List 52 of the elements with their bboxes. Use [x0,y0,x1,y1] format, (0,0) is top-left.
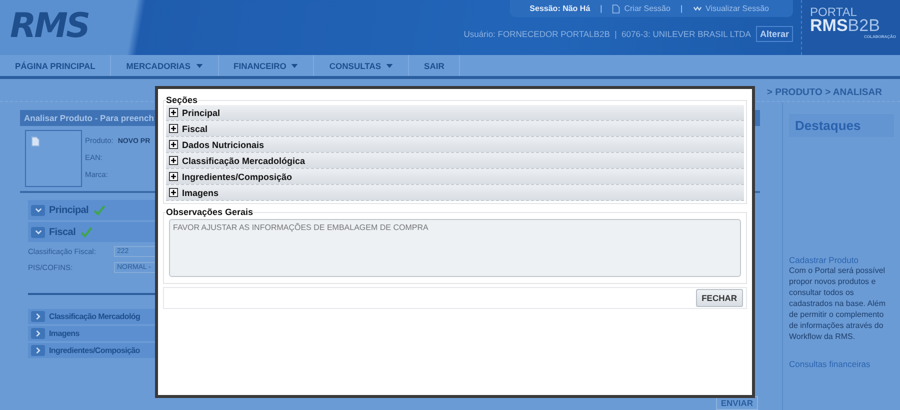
close-button[interactable]: FECHAR [696,289,743,307]
section-label: Ingredientes/Composição [49,346,140,355]
section-row[interactable]: Ingredientes/Composição [166,169,744,185]
section-label: Classificação Mercadológica [182,156,306,166]
chevron-icon [692,6,702,12]
plus-icon [169,124,178,133]
group-title: Observações Gerais [166,207,254,217]
section-label: Classificação Mercadológ [49,312,140,321]
section-label: Ingredientes/Composição [182,172,292,182]
session-status: Sessão: Não Há [530,4,590,13]
plus-icon [169,156,178,165]
plus-icon [169,108,178,117]
section-label: Principal [182,108,220,118]
nav-item[interactable]: FINANCEIRO [218,55,314,76]
view-session-link[interactable]: Visualizar Sessão [706,4,769,13]
create-session-link[interactable]: Criar Sessão [624,4,670,13]
plus-icon [169,140,178,149]
sidebar-link[interactable]: Consultas financeiras [789,359,894,369]
chevron-icon [34,228,42,236]
section-label: Fiscal [182,124,208,134]
section-label: Principal [49,204,89,216]
sidebar-link[interactable]: Cadastrar Produto [789,255,894,265]
nav-item[interactable]: MERCADORIAS [111,55,219,76]
separator: | [600,4,602,13]
separator: | [680,4,683,13]
nav-item[interactable]: CONSULTAS [314,55,410,76]
section-row[interactable]: Fiscal [166,121,744,137]
section-row[interactable]: Principal [166,105,744,121]
change-button[interactable]: Alterar [756,26,793,42]
portal-label: PORTAL [810,6,858,18]
nav-item[interactable]: PÁGINA PRINCIPAL [0,55,112,76]
section-label: Dados Nutricionais [182,140,264,150]
section-row[interactable]: Imagens [166,185,744,201]
nav-item[interactable]: SAIR [409,55,460,76]
file-icon [31,136,40,147]
section-row[interactable]: Classificação Mercadológica [166,153,744,169]
plus-icon [169,172,178,181]
plus-icon [169,188,178,197]
notes-field[interactable]: FAVOR AJUSTAR AS INFORMAÇÕES DE EMBALAGEM DE COMPRA [169,219,741,277]
section-row[interactable]: Dados Nutricionais [166,137,744,153]
section-label: Imagens [49,329,80,338]
sidebar-text: Com o Portal será possível propor novos produtos e consultar todos os cadastrados na base. Além de permitir o complemento de informações através do Workflow da RMS. [789,265,887,342]
group-title: Seções [166,95,198,105]
sidebar-title: Destaques [789,114,894,137]
breadcrumb: > PRODUTO > ANALISAR [766,87,882,98]
section-label: Imagens [182,188,219,198]
rms-logo: RMS [9,5,90,48]
user-info: Usuário: FORNECEDOR PORTALB2B | 6076-3: UNILEVER BRASIL LTDA [464,29,751,39]
document-icon [612,4,620,14]
section-label: Fiscal [49,226,76,238]
portal-brand: RMSB2B [810,18,880,34]
chevron-icon [34,206,42,214]
